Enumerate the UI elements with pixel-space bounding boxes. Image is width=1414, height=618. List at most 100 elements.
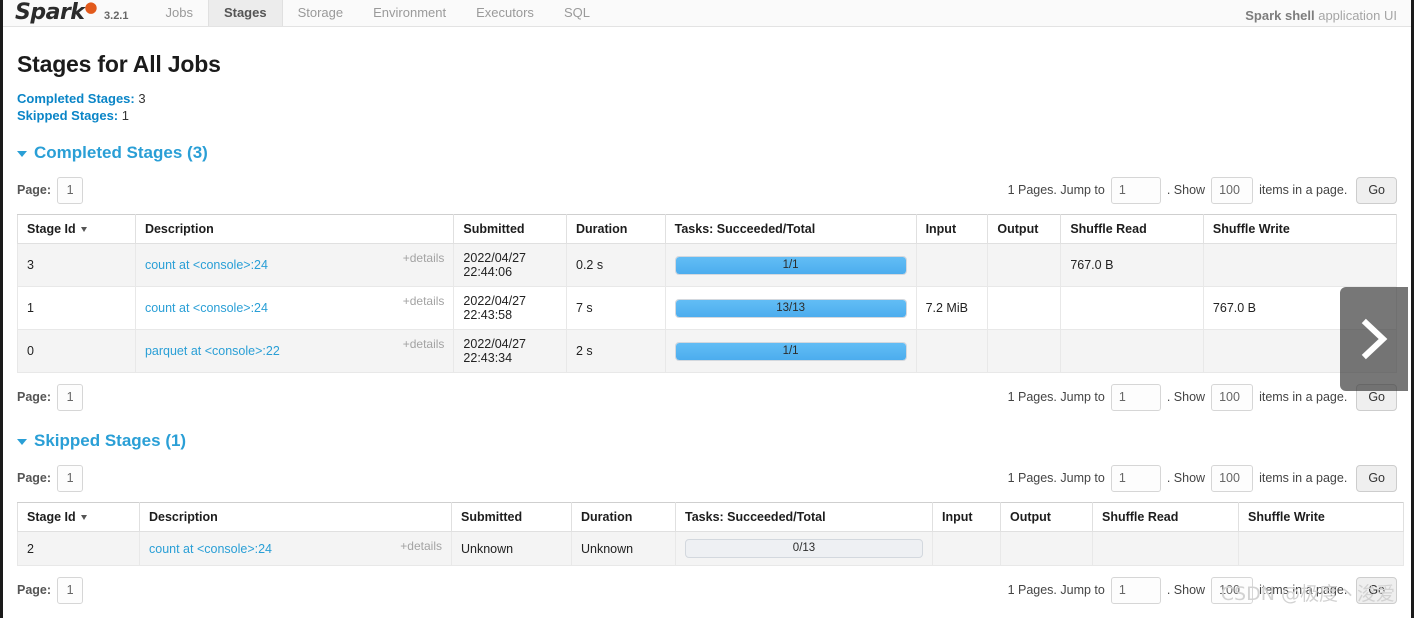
col-submitted[interactable]: Submitted [451, 502, 572, 532]
nav-tab-sql[interactable]: SQL [549, 0, 605, 26]
col-description[interactable]: Description [134, 214, 455, 244]
cell-shuffle-write [1238, 531, 1404, 566]
stage-description-link[interactable]: count at <console>:24 [149, 542, 272, 556]
col-output[interactable]: Output [1000, 502, 1093, 532]
col-shuffle-read[interactable]: Shuffle Read [1060, 214, 1204, 244]
nav-tabs: Jobs Stages Storage Environment Executor… [150, 0, 604, 26]
completed-stages-table: Stage Id Description Submitted Duration … [17, 214, 1398, 373]
details-toggle[interactable]: +details [400, 539, 442, 553]
cell-tasks: 1/1 [664, 243, 917, 287]
nav-tab-environment[interactable]: Environment [358, 0, 461, 26]
page-number-input[interactable] [57, 383, 84, 411]
page-indicator-group: Page: [17, 176, 84, 204]
page-content: Stages for All Jobs Completed Stages: 3 … [3, 51, 1411, 605]
col-output[interactable]: Output [987, 214, 1062, 244]
cell-output [987, 243, 1062, 287]
table-header-row: Stage Id Description Submitted Duration … [17, 502, 1404, 532]
sort-caret-icon [80, 515, 87, 520]
page-label: Page: [17, 583, 52, 597]
pages-prefix-text: 1 Pages. Jump to [1007, 471, 1105, 485]
cell-output [987, 286, 1062, 330]
table-row: 0 parquet at <console>:22 +details 2022/… [17, 329, 1398, 373]
task-progress-label: 1/1 [782, 258, 799, 271]
cell-stage-id: 1 [17, 286, 136, 330]
col-description[interactable]: Description [139, 502, 452, 532]
items-suffix-text: items in a page. [1259, 390, 1348, 404]
cell-duration: Unknown [571, 531, 676, 566]
show-label: . Show [1166, 390, 1206, 404]
cell-stage-id: 2 [17, 531, 140, 566]
nav-tab-jobs[interactable]: Jobs [150, 0, 207, 26]
caret-down-icon [17, 151, 27, 157]
skipped-stages-table: Stage Id Description Submitted Duration … [17, 502, 1404, 566]
jump-to-page-input[interactable] [1110, 383, 1161, 411]
cell-input [932, 531, 1001, 566]
cell-input [915, 243, 989, 287]
cell-tasks: 1/1 [664, 329, 917, 373]
cell-output [987, 329, 1062, 373]
skipped-stages-section-header[interactable]: Skipped Stages (1) [17, 431, 1397, 451]
spark-brand[interactable]: Spark● 3.2.1 [15, 0, 129, 25]
go-button[interactable]: Go [1356, 464, 1397, 492]
cell-duration: 2 s [566, 329, 666, 373]
items-per-page-input[interactable] [1211, 383, 1254, 411]
cell-stage-id: 3 [17, 243, 136, 287]
stage-description-link[interactable]: count at <console>:24 [145, 258, 268, 272]
page-number-input[interactable] [57, 576, 84, 604]
col-submitted[interactable]: Submitted [453, 214, 567, 244]
col-tasks[interactable]: Tasks: Succeeded/Total [675, 502, 933, 532]
col-stage-id[interactable]: Stage Id [17, 502, 140, 532]
col-duration[interactable]: Duration [571, 502, 676, 532]
details-toggle[interactable]: +details [403, 294, 445, 308]
task-progress-label: 1/1 [782, 344, 799, 357]
col-stage-id[interactable]: Stage Id [17, 214, 136, 244]
details-toggle[interactable]: +details [403, 251, 445, 265]
stage-description-link[interactable]: count at <console>:24 [145, 301, 268, 315]
next-slide-button[interactable] [1340, 287, 1408, 391]
col-shuffle-write[interactable]: Shuffle Write [1202, 214, 1398, 244]
pagination-controls: 1 Pages. Jump to . Show items in a page.… [1007, 464, 1397, 492]
completed-pagination-top: Page: 1 Pages. Jump to . Show items in a… [17, 175, 1397, 205]
task-progress-label: 0/13 [792, 542, 816, 554]
details-toggle[interactable]: +details [403, 337, 445, 351]
completed-stages-section-header[interactable]: Completed Stages (3) [17, 143, 1397, 163]
jump-to-page-input[interactable] [1110, 176, 1161, 204]
nav-tab-storage[interactable]: Storage [283, 0, 359, 26]
skipped-stages-count: 1 [121, 108, 129, 123]
jump-to-page-input[interactable] [1110, 464, 1161, 492]
task-progress-label: 13/13 [776, 301, 805, 314]
page-number-input[interactable] [57, 464, 84, 492]
jump-to-page-input[interactable] [1110, 576, 1161, 604]
skipped-stages-link[interactable]: Skipped Stages: [17, 108, 118, 123]
go-button[interactable]: Go [1356, 176, 1397, 204]
show-label: . Show [1166, 583, 1206, 597]
col-shuffle-read[interactable]: Shuffle Read [1092, 502, 1239, 532]
col-input[interactable]: Input [915, 214, 989, 244]
cell-output [1000, 531, 1093, 566]
items-per-page-input[interactable] [1211, 176, 1254, 204]
spark-version: 3.2.1 [104, 10, 129, 22]
nav-tab-stages[interactable]: Stages [207, 0, 283, 26]
col-duration[interactable]: Duration [566, 214, 666, 244]
page-number-input[interactable] [57, 176, 84, 204]
completed-stages-link[interactable]: Completed Stages: [17, 91, 135, 106]
page-label: Page: [17, 183, 52, 197]
col-input[interactable]: Input [932, 502, 1001, 532]
page-indicator-group: Page: [17, 464, 84, 492]
cell-tasks: 13/13 [664, 286, 917, 330]
col-tasks[interactable]: Tasks: Succeeded/Total [664, 214, 917, 244]
cell-shuffle-write [1202, 243, 1398, 287]
skipped-pagination-bottom: Page: 1 Pages. Jump to . Show items in a… [17, 575, 1397, 605]
application-name-bold: Spark shell [1245, 8, 1315, 23]
skipped-stages-heading: Skipped Stages (1) [34, 431, 187, 450]
show-label: . Show [1166, 183, 1206, 197]
cell-submitted: Unknown [451, 531, 572, 566]
cell-input: 7.2 MiB [915, 286, 989, 330]
col-shuffle-write[interactable]: Shuffle Write [1238, 502, 1404, 532]
items-per-page-input[interactable] [1211, 464, 1254, 492]
nav-tab-executors[interactable]: Executors [461, 0, 549, 26]
spark-logo-icon: Spark● [15, 0, 98, 25]
chevron-right-icon [1361, 318, 1388, 360]
stage-description-link[interactable]: parquet at <console>:22 [145, 344, 280, 358]
summary-completed-stages: Completed Stages: 3 [17, 90, 1397, 107]
